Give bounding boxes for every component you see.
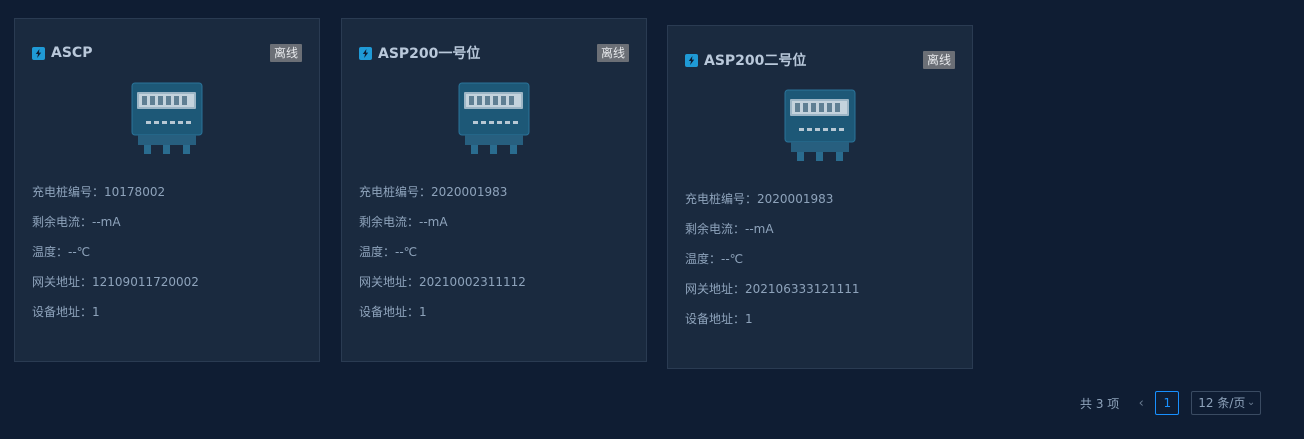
lightning-icon [685,53,698,67]
chevron-left-icon[interactable]: ‹ [1131,396,1151,411]
pile-number-row: 充电桩编号：2020001983 [359,185,508,199]
temperature-row: 温度：--℃ [32,245,91,259]
card-title: ASP200二号位 [704,53,807,69]
device-address-row: 设备地址：1 [685,312,753,326]
device-address-row: 设备地址：1 [32,305,100,319]
lightning-icon [359,46,372,60]
temperature-row: 温度：--℃ [359,245,418,259]
charging-meter-image [784,88,860,166]
page-size-select[interactable]: 12 条/页 ⌄ [1191,391,1262,415]
device-card-2[interactable]: ASP200一号位 离线 充电桩编号：2020001983 剩余电流：--mA … [341,18,647,362]
pile-number-row: 充电桩编号：10178002 [32,185,166,199]
gateway-address-row: 网关地址：20210002311112 [359,275,526,289]
info-list: 充电桩编号：2020001983 剩余电流：--mA 温度：--℃ 网关地址：2… [685,189,860,339]
status-badge: 离线 [596,44,629,62]
residual-current-row: 剩余电流：--mA [685,222,774,236]
residual-current-row: 剩余电流：--mA [32,215,121,229]
lightning-icon [32,46,45,60]
charging-meter-image [131,81,207,159]
pile-number-row: 充电桩编号：2020001983 [685,192,834,206]
chevron-down-icon: ⌄ [1246,397,1256,408]
status-badge: 离线 [922,51,955,69]
gateway-address-row: 网关地址：12109011720002 [32,275,199,289]
status-badge: 离线 [269,44,302,62]
info-list: 充电桩编号：2020001983 剩余电流：--mA 温度：--℃ 网关地址：2… [359,182,526,332]
card-header: ASP200一号位 离线 [359,43,629,63]
pagination: 共 3 项 ‹ 1 12 条/页 ⌄ [1080,391,1262,415]
card-title: ASCP [51,45,93,61]
pagination-page-1[interactable]: 1 [1155,391,1180,415]
card-title: ASP200一号位 [378,46,481,62]
info-list: 充电桩编号：10178002 剩余电流：--mA 温度：--℃ 网关地址：121… [32,182,199,332]
device-card-1[interactable]: ASCP 离线 充电桩编号：10178002 剩余电流：--mA 温度：--℃ … [14,18,320,362]
gateway-address-row: 网关地址：202106333121111 [685,282,860,296]
card-header: ASP200二号位 离线 [685,50,955,70]
card-header: ASCP 离线 [32,43,302,63]
residual-current-row: 剩余电流：--mA [359,215,448,229]
pagination-total: 共 3 项 [1080,396,1120,411]
charging-meter-image [458,81,534,159]
device-address-row: 设备地址：1 [359,305,427,319]
temperature-row: 温度：--℃ [685,252,744,266]
device-card-3[interactable]: ASP200二号位 离线 充电桩编号：2020001983 剩余电流：--mA … [667,25,973,369]
